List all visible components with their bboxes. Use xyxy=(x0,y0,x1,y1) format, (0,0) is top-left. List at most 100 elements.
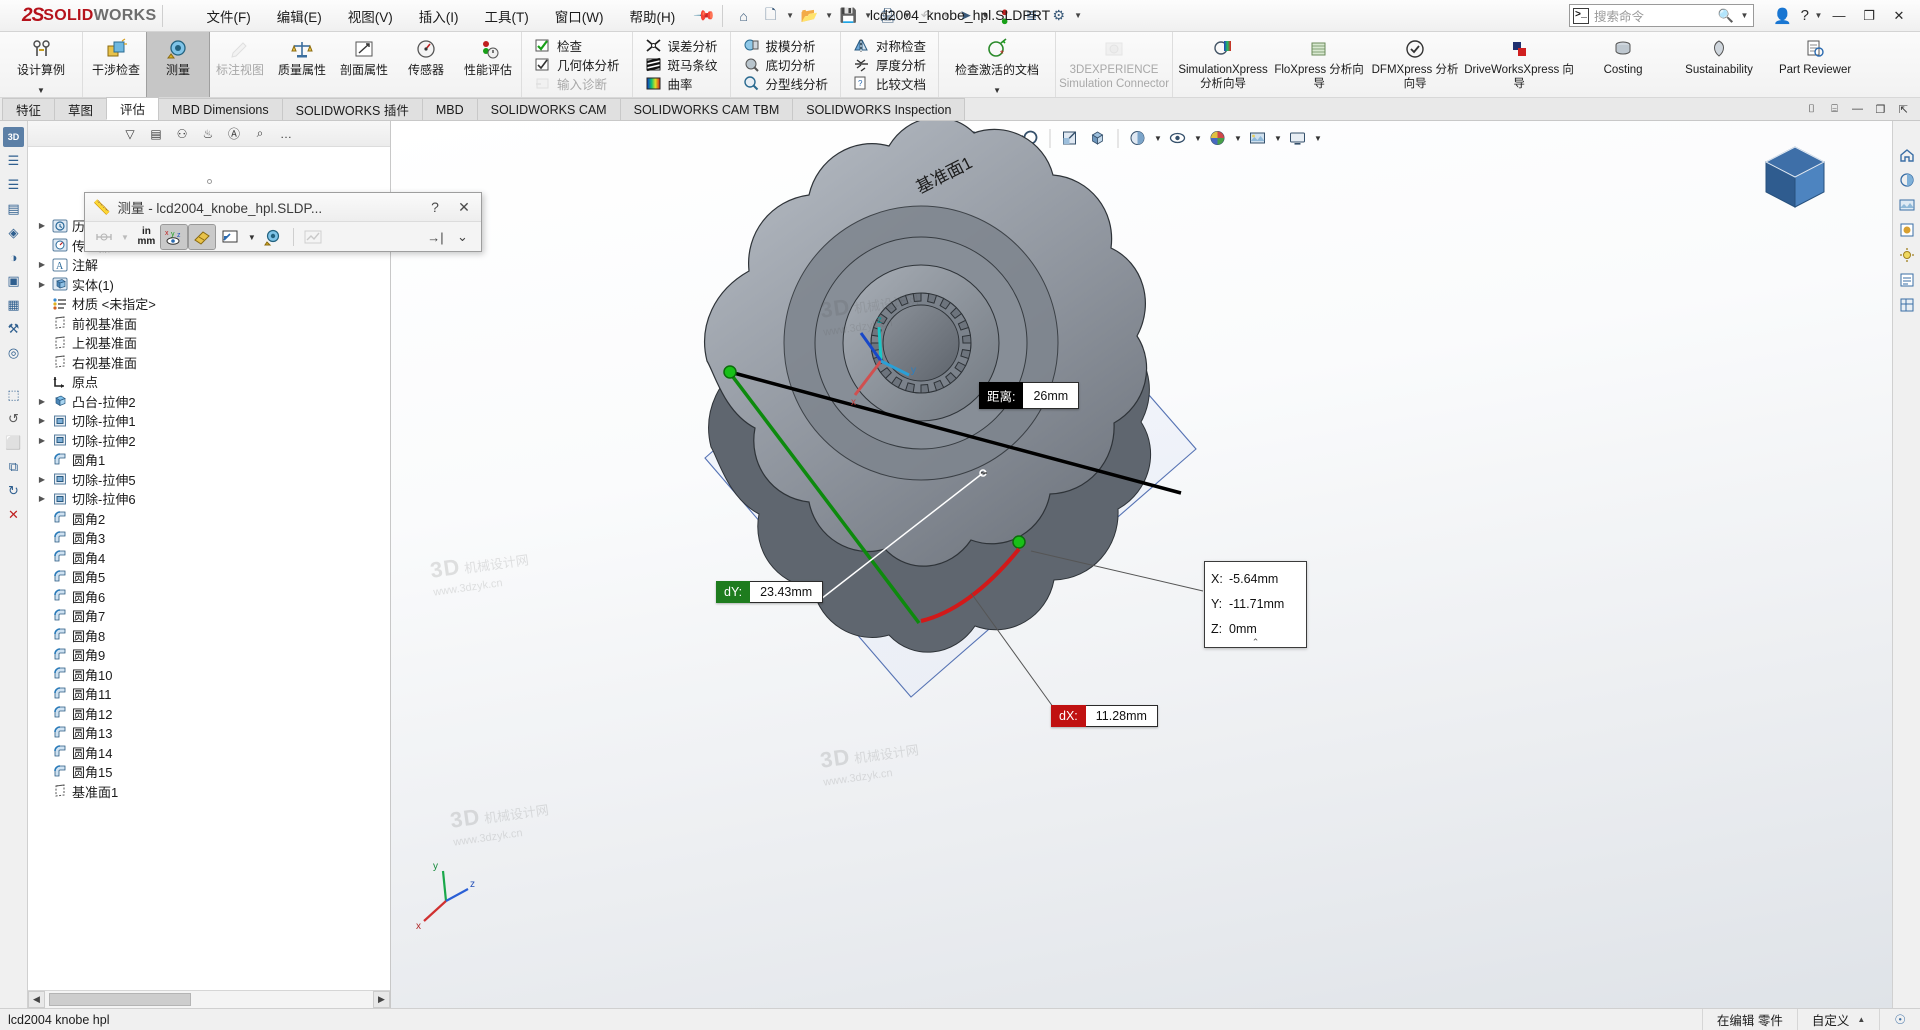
ribbon-item-compare-documents[interactable]: ? 比较文档 xyxy=(848,74,931,93)
distance-callout-value[interactable]: 26mm xyxy=(1023,382,1080,409)
projected-on-icon[interactable] xyxy=(187,224,216,250)
ribbon-button-costing[interactable]: Costing xyxy=(1575,32,1671,97)
feature-tree-item[interactable]: ▶ 材质 <未指定> xyxy=(32,294,390,314)
dy-callout[interactable]: dY: 23.43mm xyxy=(716,581,824,603)
home-icon[interactable]: ⌂ xyxy=(731,3,757,29)
restore-button[interactable]: ❐ xyxy=(1854,1,1884,31)
feature-tree-item[interactable]: ▶ 右视基准面 xyxy=(32,353,390,373)
scenes-icon[interactable] xyxy=(1896,195,1917,215)
scroll-right-arrow-icon[interactable]: ▶ xyxy=(373,991,390,1008)
ribbon-button-section-properties[interactable]: 剖面属性 xyxy=(333,32,395,97)
feature-tree-horizontal-scrollbar[interactable]: ◀ ▶ xyxy=(28,990,390,1008)
measure-dialog-help-button[interactable]: ? xyxy=(424,199,446,215)
tab-2[interactable]: 草图 xyxy=(54,98,108,120)
xyz-delta-box[interactable]: X: -5.64mm Y: -11.71mm Z: 0mm ⌃ xyxy=(1204,561,1307,648)
close-button[interactable]: ✕ xyxy=(1884,1,1914,31)
feature-tree-item[interactable]: ▶ 基准面1 xyxy=(32,782,390,802)
feature-tree-item[interactable]: ▶ 原点 xyxy=(32,372,390,392)
open-folder-icon[interactable]: 📂 xyxy=(797,3,823,29)
tab-9[interactable]: SOLIDWORKS Inspection xyxy=(792,98,966,120)
refresh-tree-icon[interactable]: ↻ xyxy=(3,481,24,501)
ribbon-item-geometry-analysis[interactable]: 几何体分析 xyxy=(529,55,625,74)
ribbon-button-dfmxpress[interactable]: DFMXpress 分析向导 xyxy=(1367,32,1463,97)
tree-expand-icon[interactable]: ▶ xyxy=(34,260,50,269)
tab-5[interactable]: SOLIDWORKS 插件 xyxy=(281,98,423,120)
tree-history-icon[interactable]: ⚇ xyxy=(170,123,194,145)
units-precision-icon[interactable]: in mm xyxy=(134,225,159,249)
flyout-tree-icon[interactable]: ⬜ xyxy=(3,433,24,453)
feature-tree-item[interactable]: ▶ 圆角5 xyxy=(32,567,390,587)
display-manager-icon[interactable]: ◑ xyxy=(3,247,24,267)
point-to-point-icon[interactable] xyxy=(261,225,287,249)
ribbon-button-sustainability[interactable]: Sustainability xyxy=(1671,32,1767,97)
feature-manager-tree-icon[interactable]: ☰ xyxy=(3,151,24,171)
tree-expand-icon[interactable]: ▶ xyxy=(34,475,50,484)
window-minimize-icon[interactable]: — xyxy=(1847,100,1868,118)
feature-tree-item[interactable]: ▶ 圆角6 xyxy=(32,587,390,607)
options-list-icon[interactable]: ≣ xyxy=(1019,3,1045,29)
settings-gear-icon[interactable]: ⚙ xyxy=(1046,3,1072,29)
distance-callout[interactable]: 距离: 26mm xyxy=(979,382,1080,409)
menu-3[interactable]: 视图(V) xyxy=(335,2,406,30)
design-library-icon[interactable] xyxy=(1896,295,1917,315)
knob-3d-model[interactable]: z x y y x z xyxy=(391,121,1892,1008)
feature-tree-item[interactable]: ▶ 圆角1 xyxy=(32,450,390,470)
ribbon-item-draft-analysis[interactable]: 拔模分析 xyxy=(738,36,834,55)
menu-1[interactable]: 文件(F) xyxy=(193,2,263,30)
feature-tree-item[interactable]: ▶ 圆角12 xyxy=(32,704,390,724)
tab-7[interactable]: SOLIDWORKS CAM xyxy=(476,98,621,120)
pin-dialog-icon[interactable]: →| xyxy=(423,225,448,249)
custom-properties-icon[interactable] xyxy=(1896,270,1917,290)
settings-gear-chevron-down-icon[interactable]: ▼ xyxy=(1073,11,1084,20)
appearances-icon[interactable] xyxy=(1896,170,1917,190)
scrollbar-thumb[interactable] xyxy=(49,993,191,1006)
configuration-manager-icon[interactable]: ▤ xyxy=(3,199,24,219)
status-custom-config[interactable]: 自定义 ▲ xyxy=(1796,1008,1879,1030)
minimize-button[interactable]: — xyxy=(1824,1,1854,31)
new-document-icon[interactable]: 🗋 xyxy=(758,3,784,29)
panel-expand-icon[interactable]: ⌷ xyxy=(1801,100,1822,118)
window-restore-icon[interactable]: ❐ xyxy=(1870,100,1891,118)
feature-tree-item[interactable]: ▶ 圆角2 xyxy=(32,509,390,529)
status-chevron-up-icon[interactable]: ▲ xyxy=(1857,1015,1865,1024)
cam-feature-tree-icon[interactable]: ▣ xyxy=(3,271,24,291)
ribbon-item-deviation-analysis[interactable]: 误差分析 xyxy=(640,36,723,55)
feature-tree-item[interactable]: ▶ 凸台-拉伸2 xyxy=(32,392,390,412)
panel-resize-handle[interactable] xyxy=(28,173,390,189)
tree-more-icon[interactable]: … xyxy=(274,123,298,145)
filter-tree-icon[interactable]: ⧉ xyxy=(3,457,24,477)
save-chevron-down-icon[interactable]: ▼ xyxy=(863,11,874,20)
ribbon-button-measure[interactable]: 测量 xyxy=(146,32,210,97)
undo-icon[interactable]: ↶ xyxy=(914,3,940,29)
feature-tree-item[interactable]: ▶ 前视基准面 xyxy=(32,314,390,334)
search-icon[interactable]: 🔍 xyxy=(1718,8,1734,24)
tab-3[interactable]: 评估 xyxy=(106,97,160,120)
measurement-face-chevron-down-icon[interactable]: ▼ xyxy=(245,225,259,249)
feature-tree-item[interactable]: ▶ 圆角4 xyxy=(32,548,390,568)
feature-tree-item[interactable]: ▶ 圆角11 xyxy=(32,684,390,704)
tab-6[interactable]: MBD xyxy=(421,98,478,120)
feature-tree-item[interactable]: ▶ 圆角10 xyxy=(32,665,390,685)
rebuild-traffic-light-icon[interactable]: ● ● xyxy=(992,3,1018,29)
ribbon-item-symmetry-check[interactable]: 对称检查 xyxy=(848,36,931,55)
help-question-icon[interactable]: ? xyxy=(1801,7,1809,24)
user-account-icon[interactable]: 👤 xyxy=(1773,7,1792,25)
ribbon-item-zebra-stripes[interactable]: 斑马条纹 xyxy=(640,55,723,74)
select-cursor-chevron-down-icon[interactable]: ▼ xyxy=(980,11,991,20)
menu-7[interactable]: 帮助(H) xyxy=(616,2,688,30)
help-chevron-down-icon[interactable]: ▼ xyxy=(1813,11,1824,20)
measure-dialog[interactable]: 📏 测量 - lcd2004_knobe_hpl.SLDP... ? ✕ ▼ in… xyxy=(84,192,482,252)
open-folder-chevron-down-icon[interactable]: ▼ xyxy=(824,11,835,20)
tree-filter-icon[interactable]: ▽ xyxy=(118,123,142,145)
new-document-chevron-down-icon[interactable]: ▼ xyxy=(785,11,796,20)
ribbon-button-chevron-down-icon[interactable]: ▼ xyxy=(37,86,45,95)
print-chevron-down-icon[interactable]: ▼ xyxy=(902,11,913,20)
tree-search-icon[interactable]: ⌕ xyxy=(248,123,272,145)
feature-tree-item[interactable]: ▶ 切除-拉伸6 xyxy=(32,489,390,509)
feature-tree-item[interactable]: ▶ 上视基准面 xyxy=(32,333,390,353)
ribbon-button-sensor[interactable]: 传感器 xyxy=(395,32,457,97)
tab-4[interactable]: MBD Dimensions xyxy=(158,98,283,120)
measure-dialog-titlebar[interactable]: 📏 测量 - lcd2004_knobe_hpl.SLDP... ? ✕ xyxy=(85,193,481,222)
inspection-manager-icon[interactable]: ◎ xyxy=(3,343,24,363)
panel-collapse-icon[interactable]: ⌸ xyxy=(1824,100,1845,118)
